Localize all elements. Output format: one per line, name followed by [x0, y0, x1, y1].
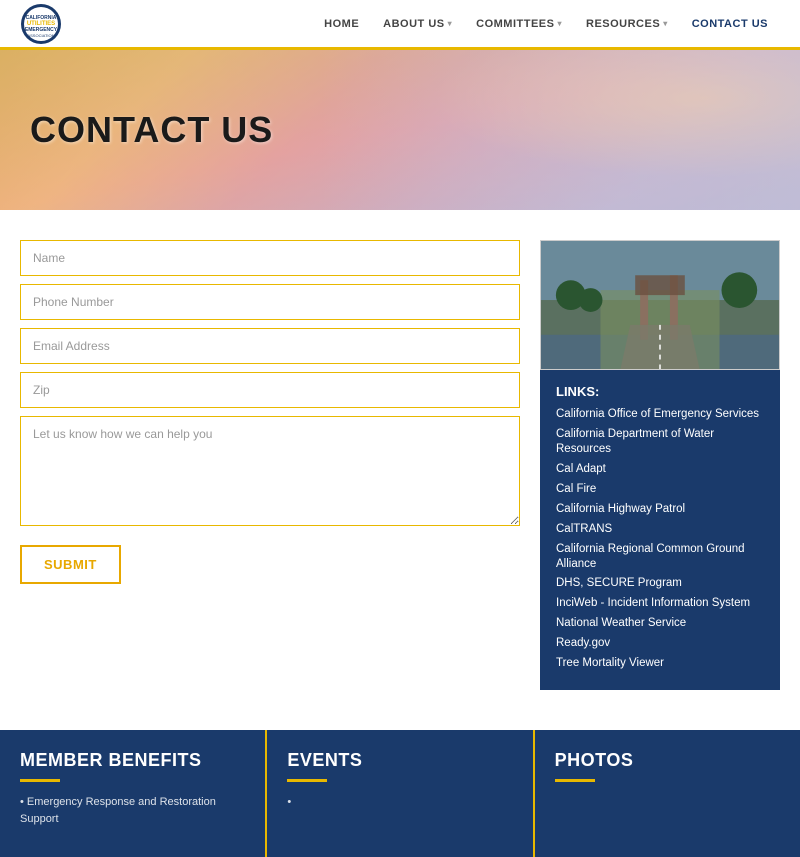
- logo-icon: CALIFORNIA UTILITIES EMERGENCY ASSOCIATI…: [20, 3, 62, 45]
- main-content: SUBMIT LIN: [0, 210, 800, 720]
- links-title: LINKS:: [556, 384, 764, 399]
- sidebar-link[interactable]: InciWeb - Incident Information System: [556, 596, 764, 611]
- phone-input[interactable]: [20, 284, 520, 320]
- sidebar-link[interactable]: Cal Fire: [556, 482, 764, 497]
- sidebar-link[interactable]: Tree Mortality Viewer: [556, 656, 764, 671]
- nav-resources[interactable]: RESOURCES ▾: [574, 18, 680, 30]
- footer-cards: MEMBER BENEFITS • Emergency Response and…: [0, 730, 800, 857]
- contact-form: SUBMIT: [20, 240, 520, 690]
- member-benefits-divider: [20, 779, 60, 782]
- sidebar-link[interactable]: California Office of Emergency Services: [556, 407, 764, 422]
- sidebar-link[interactable]: CalTRANS: [556, 522, 764, 537]
- photos-title: PHOTOS: [555, 750, 780, 771]
- chevron-down-icon: ▾: [557, 19, 562, 28]
- events-divider: [287, 779, 327, 782]
- events-title: EVENTS: [287, 750, 512, 771]
- member-benefits-title: MEMBER BENEFITS: [20, 750, 245, 771]
- submit-button[interactable]: SUBMIT: [20, 545, 121, 584]
- site-header: CALIFORNIA UTILITIES EMERGENCY ASSOCIATI…: [0, 0, 800, 50]
- email-input[interactable]: [20, 328, 520, 364]
- scene-svg: [541, 241, 779, 369]
- member-benefits-text: • Emergency Response and Restoration Sup…: [20, 794, 245, 827]
- sidebar-link[interactable]: California Regional Common Ground Allian…: [556, 542, 764, 572]
- links-list: California Office of Emergency Services C…: [556, 407, 764, 671]
- photos-divider: [555, 779, 595, 782]
- nav-home[interactable]: HOME: [312, 18, 371, 30]
- sidebar-link[interactable]: Cal Adapt: [556, 462, 764, 477]
- links-box: LINKS: California Office of Emergency Se…: [540, 370, 780, 690]
- footer-card-photos: PHOTOS: [535, 730, 800, 857]
- sidebar-link[interactable]: DHS, SECURE Program: [556, 576, 764, 591]
- logo: CALIFORNIA UTILITIES EMERGENCY ASSOCIATI…: [20, 3, 62, 45]
- name-input[interactable]: [20, 240, 520, 276]
- svg-text:ASSOCIATION: ASSOCIATION: [27, 33, 54, 38]
- chevron-down-icon: ▾: [448, 19, 453, 28]
- nav-committees[interactable]: COMMITTEES ▾: [464, 18, 574, 30]
- footer-card-member-benefits: MEMBER BENEFITS • Emergency Response and…: [0, 730, 265, 857]
- sidebar-link[interactable]: National Weather Service: [556, 616, 764, 631]
- hero-banner: CONTACT US: [0, 50, 800, 210]
- footer-card-events: EVENTS •: [267, 730, 532, 857]
- message-input[interactable]: [20, 416, 520, 526]
- nav-about-us[interactable]: ABOUT US ▾: [371, 18, 464, 30]
- sidebar-image: [540, 240, 780, 370]
- page-title: CONTACT US: [0, 109, 273, 151]
- events-text: •: [287, 794, 512, 811]
- sidebar-link[interactable]: Ready.gov: [556, 636, 764, 651]
- nav-contact-us[interactable]: CONTACT US: [680, 18, 780, 30]
- main-nav: HOME ABOUT US ▾ COMMITTEES ▾ RESOURCES ▾…: [312, 18, 780, 30]
- hero-industrial-bg: [320, 50, 800, 210]
- sidebar-link[interactable]: California Department of Water Resources: [556, 427, 764, 457]
- sidebar: LINKS: California Office of Emergency Se…: [540, 240, 780, 690]
- sidebar-link[interactable]: California Highway Patrol: [556, 502, 764, 517]
- chevron-down-icon: ▾: [663, 19, 668, 28]
- zip-input[interactable]: [20, 372, 520, 408]
